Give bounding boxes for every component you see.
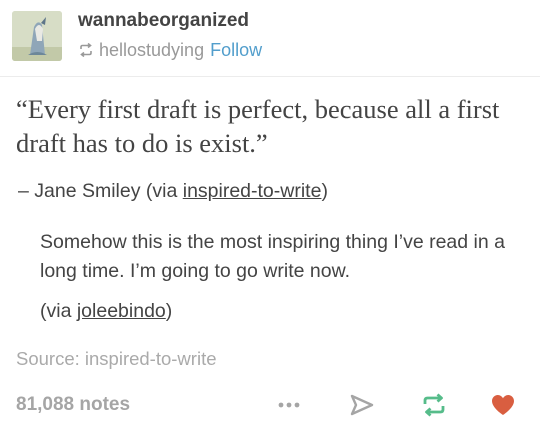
heart-icon (492, 395, 514, 415)
via-prefix: (via (40, 300, 77, 322)
attribution-suffix: ) (321, 180, 328, 202)
reblog-source-line: hellostudying Follow (78, 38, 262, 62)
reblogged-from-blog[interactable]: hellostudying (99, 40, 204, 61)
follow-button[interactable]: Follow (210, 40, 262, 61)
like-button[interactable] (488, 390, 518, 420)
via-suffix: ) (165, 300, 173, 322)
reblog-icon (423, 393, 445, 417)
reblog-comment: Somehow this is the most inspiring thing… (40, 231, 505, 282)
share-paper-plane-icon (350, 394, 374, 416)
via-link[interactable]: joleebindo (77, 300, 166, 322)
avatar-illustration-icon (12, 11, 62, 61)
notes-count[interactable]: 81,088 notes (16, 394, 130, 416)
more-dots-icon (278, 402, 300, 408)
blog-name[interactable]: wannabeorganized (78, 10, 249, 32)
share-button[interactable] (347, 390, 377, 420)
blog-avatar[interactable] (12, 11, 62, 61)
source-link[interactable]: Source: inspired-to-write (16, 348, 217, 370)
quote-attribution: – Jane Smiley (via inspired-to-write) (18, 180, 328, 203)
via-line: (via joleebindo) (40, 300, 172, 323)
mini-reblog-icon (78, 43, 94, 57)
quote-text: “Every first draft is perfect, because a… (16, 94, 500, 158)
attribution-prefix: – Jane Smiley (via (18, 180, 183, 202)
more-button[interactable] (274, 390, 304, 420)
attribution-link[interactable]: inspired-to-write (183, 180, 322, 202)
reblog-button[interactable] (419, 390, 449, 420)
post-header: wannabeorganized hellostudying Follow (0, 0, 540, 77)
